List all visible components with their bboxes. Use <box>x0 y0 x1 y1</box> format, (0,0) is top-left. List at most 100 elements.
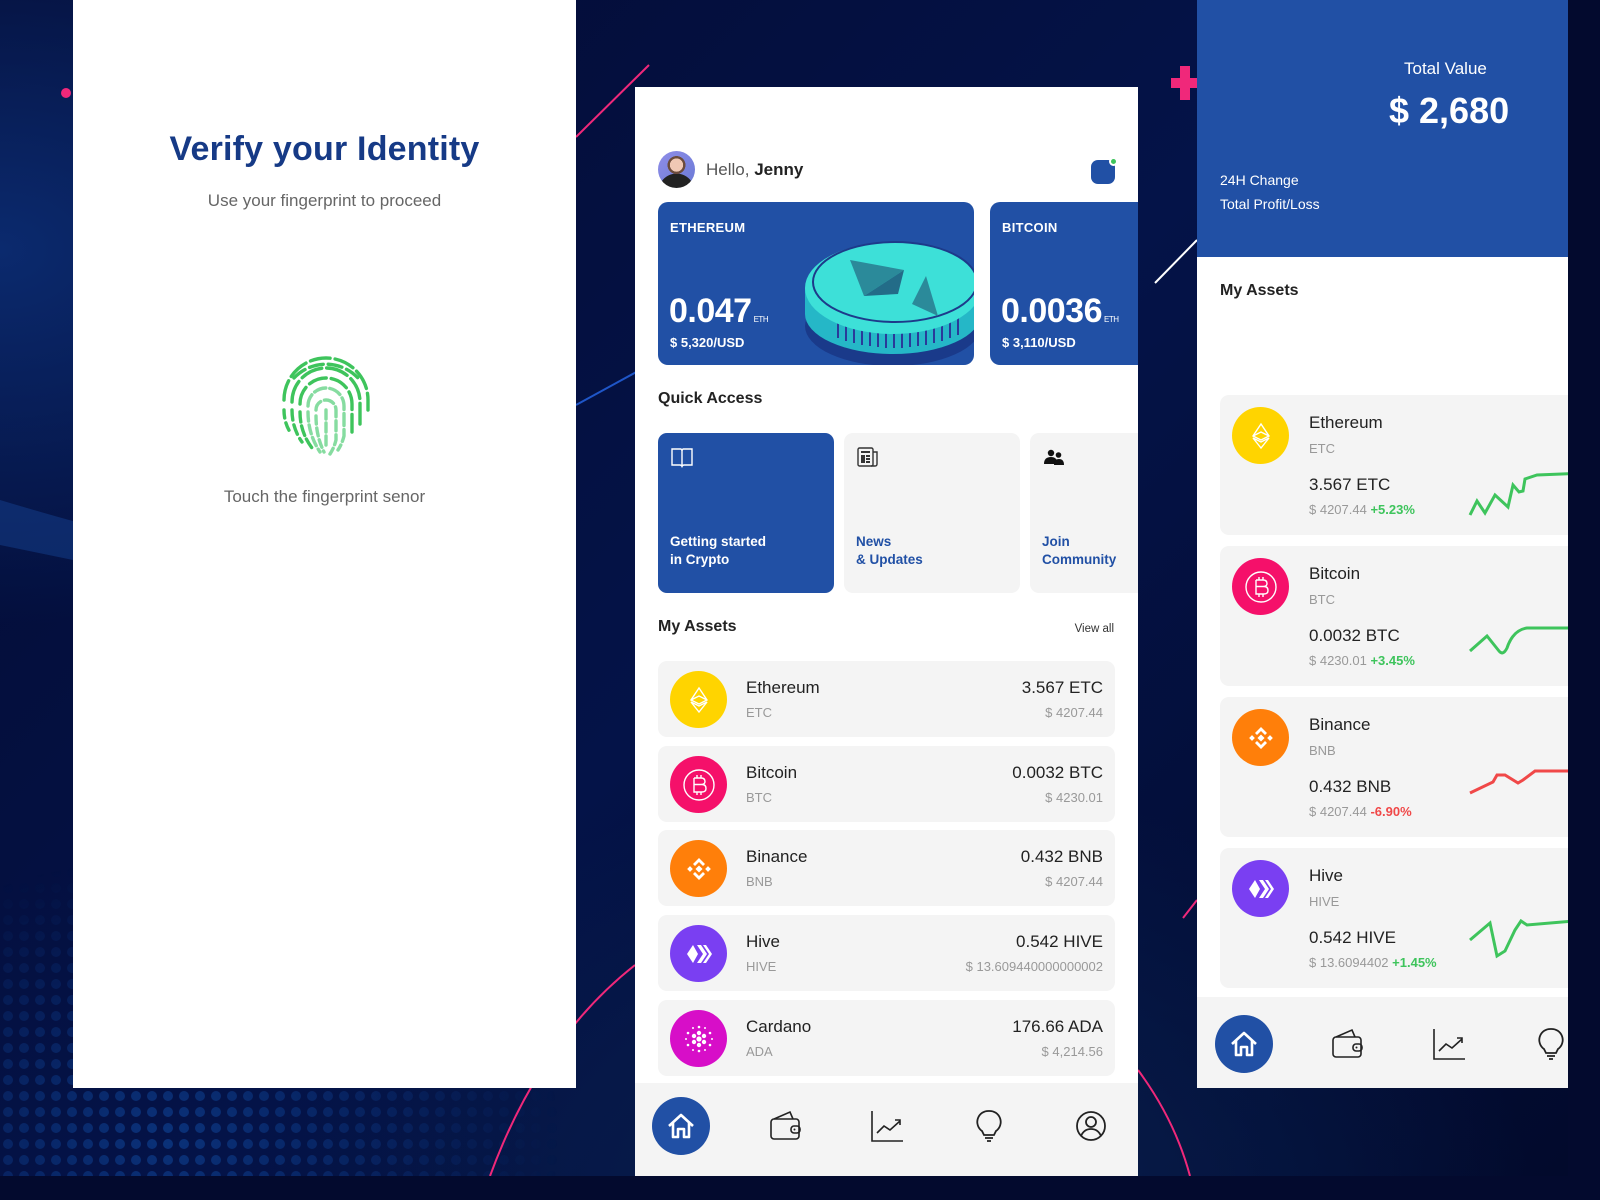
nav-wallet[interactable] <box>756 1097 814 1155</box>
fingerprint-icon[interactable] <box>276 352 376 456</box>
asset-usd-line: $ 4207.44 -6.90% <box>1309 804 1412 819</box>
asset-usd-line: $ 4230.01 +3.45% <box>1309 653 1415 668</box>
asset-name: Ethereum <box>746 678 820 697</box>
asset-symbol: ETC <box>746 705 772 720</box>
asset-usd: $ 13.609440000000002 <box>965 959 1103 974</box>
coin-card-amount-value: 0.0036 <box>1001 292 1103 330</box>
coin-card-amount: 0.047 ETH <box>669 292 769 331</box>
asset-amount: 0.432 BNB <box>1309 777 1392 796</box>
community-icon <box>1044 449 1064 465</box>
pink-dot <box>61 88 71 98</box>
quick-access-title: Quick Access <box>658 390 763 407</box>
nav-home[interactable] <box>1215 1015 1273 1073</box>
quick-access-line2: in Crypto <box>670 552 730 567</box>
coin-card-amount: 0.0036 ETH <box>1001 292 1119 331</box>
portfolio-row-ethereum[interactable]: Ethereum ETC 3.567 ETC $ 4207.44 +5.23% <box>1220 395 1568 535</box>
asset-usd-line: $ 4207.44 +5.23% <box>1309 502 1415 517</box>
lightbulb-icon <box>1538 1028 1564 1060</box>
pink-plus <box>1171 66 1200 100</box>
portfolio-row-binance[interactable]: Binance BNB 0.432 BNB $ 4207.44 -6.90% <box>1220 697 1568 837</box>
quick-access-community[interactable]: Join Community <box>1030 433 1138 593</box>
coin-card-unit: ETH <box>1104 315 1119 324</box>
chart-icon <box>1433 1029 1465 1060</box>
total-value-label: Total Value <box>1404 59 1487 78</box>
asset-name: Binance <box>1309 715 1371 734</box>
profile-icon <box>1076 1111 1106 1141</box>
quick-access-label: Join Community <box>1042 533 1116 569</box>
change-24h-label: 24H Change <box>1220 172 1299 188</box>
view-all-link[interactable]: View all <box>1075 623 1114 635</box>
asset-name: Binance <box>746 847 808 866</box>
asset-symbol: ADA <box>746 1044 773 1059</box>
quick-access-line1: News <box>856 534 892 549</box>
coin-card-amount-value: 0.047 <box>669 292 752 330</box>
nav-home[interactable] <box>652 1097 710 1155</box>
asset-usd: $ 13.6094402 <box>1309 955 1389 970</box>
greeting-prefix: Hello, <box>706 159 755 179</box>
ethereum-icon <box>670 671 727 728</box>
nav-ideas[interactable] <box>960 1097 1018 1155</box>
asset-row-ethereum[interactable]: Ethereum ETC 3.567 ETC $ 4207.44 <box>658 661 1115 737</box>
fingerprint-hint: Touch the fingerprint senor <box>223 487 426 506</box>
greeting: Hello, Jenny <box>658 151 803 188</box>
coin-card-ethereum[interactable]: ETHEREUM 0.047 ETH $ 5,320/USD <box>658 202 974 365</box>
asset-name: Bitcoin <box>1309 564 1361 583</box>
bottom-nav <box>635 1083 1138 1176</box>
user-name: Jenny <box>754 159 804 179</box>
avatar[interactable] <box>658 151 695 188</box>
portfolio-header: Total Value $ 2,680 24H Change Total Pro… <box>1197 0 1568 257</box>
pink-tick <box>1182 899 1198 919</box>
asset-usd: $ 4230.01 <box>1045 790 1103 805</box>
verify-title: Verify your Identity <box>169 130 480 168</box>
asset-name: Hive <box>746 932 781 951</box>
quick-access-line1: Getting started <box>670 534 767 549</box>
coin-card-bitcoin[interactable]: BITCOIN 0.0036 ETH $ 3,110/USD <box>990 202 1138 365</box>
hive-icon <box>670 925 727 982</box>
nav-ideas[interactable] <box>1522 1015 1568 1073</box>
binance-icon <box>1232 709 1289 766</box>
ethereum-icon <box>1232 407 1289 464</box>
asset-symbol: BTC <box>1309 592 1335 607</box>
asset-amount: 0.432 BNB <box>1020 847 1103 866</box>
cardano-icon <box>670 1010 727 1067</box>
asset-row-hive[interactable]: Hive HIVE 0.542 HIVE $ 13.60944000000000… <box>658 915 1115 991</box>
asset-usd: $ 4207.44 <box>1309 804 1367 819</box>
wallet-icon <box>770 1110 801 1140</box>
asset-symbol: BTC <box>746 790 772 805</box>
asset-name: Cardano <box>746 1017 812 1036</box>
asset-symbol: HIVE <box>1309 894 1340 909</box>
asset-usd: $ 4207.44 <box>1045 705 1103 720</box>
asset-row-binance[interactable]: Binance BNB 0.432 BNB $ 4207.44 <box>658 830 1115 906</box>
quick-access-getting-started[interactable]: Getting started in Crypto <box>658 433 834 593</box>
nav-chart[interactable] <box>1420 1015 1478 1073</box>
sparkline-ethereum <box>1468 472 1568 516</box>
asset-amount: 0.542 HIVE <box>1309 928 1396 947</box>
nav-chart[interactable] <box>858 1097 916 1155</box>
my-assets-title: My Assets <box>658 618 737 635</box>
home-icon <box>1231 1031 1257 1057</box>
portfolio-row-bitcoin[interactable]: Bitcoin BTC 0.0032 BTC $ 4230.01 +3.45% <box>1220 546 1568 686</box>
notification-icon[interactable] <box>1091 157 1118 184</box>
asset-amount: 3.567 ETC <box>1021 678 1103 697</box>
notification-dot <box>1109 157 1118 166</box>
book-icon <box>671 448 693 468</box>
sparkline-binance <box>1469 769 1568 795</box>
asset-row-bitcoin[interactable]: Bitcoin BTC 0.0032 BTC $ 4230.01 <box>658 746 1115 822</box>
nav-profile[interactable] <box>1062 1097 1120 1155</box>
asset-usd: $ 4,214.56 <box>1041 1044 1103 1059</box>
asset-symbol: BNB <box>746 874 773 889</box>
quick-access-line2: & Updates <box>856 552 923 567</box>
asset-usd-line: $ 13.6094402 +1.45% <box>1309 955 1437 970</box>
binance-icon <box>670 840 727 897</box>
coin-card-usd: $ 3,110/USD <box>1002 335 1076 350</box>
quick-access-label: Getting started in Crypto <box>670 533 766 569</box>
hive-icon <box>1232 860 1289 917</box>
portfolio-row-hive[interactable]: Hive HIVE 0.542 HIVE $ 13.6094402 +1.45% <box>1220 848 1568 988</box>
blue-line <box>575 369 641 406</box>
ethereum-coin-illustration <box>805 241 974 365</box>
quick-access-news[interactable]: News & Updates <box>844 433 1020 593</box>
nav-wallet[interactable] <box>1318 1015 1376 1073</box>
asset-amount: 0.0032 BTC <box>1012 763 1103 782</box>
asset-amount: 176.66 ADA <box>1012 1017 1103 1036</box>
asset-row-cardano[interactable]: Cardano ADA 176.66 ADA $ 4,214.56 <box>658 1000 1115 1076</box>
